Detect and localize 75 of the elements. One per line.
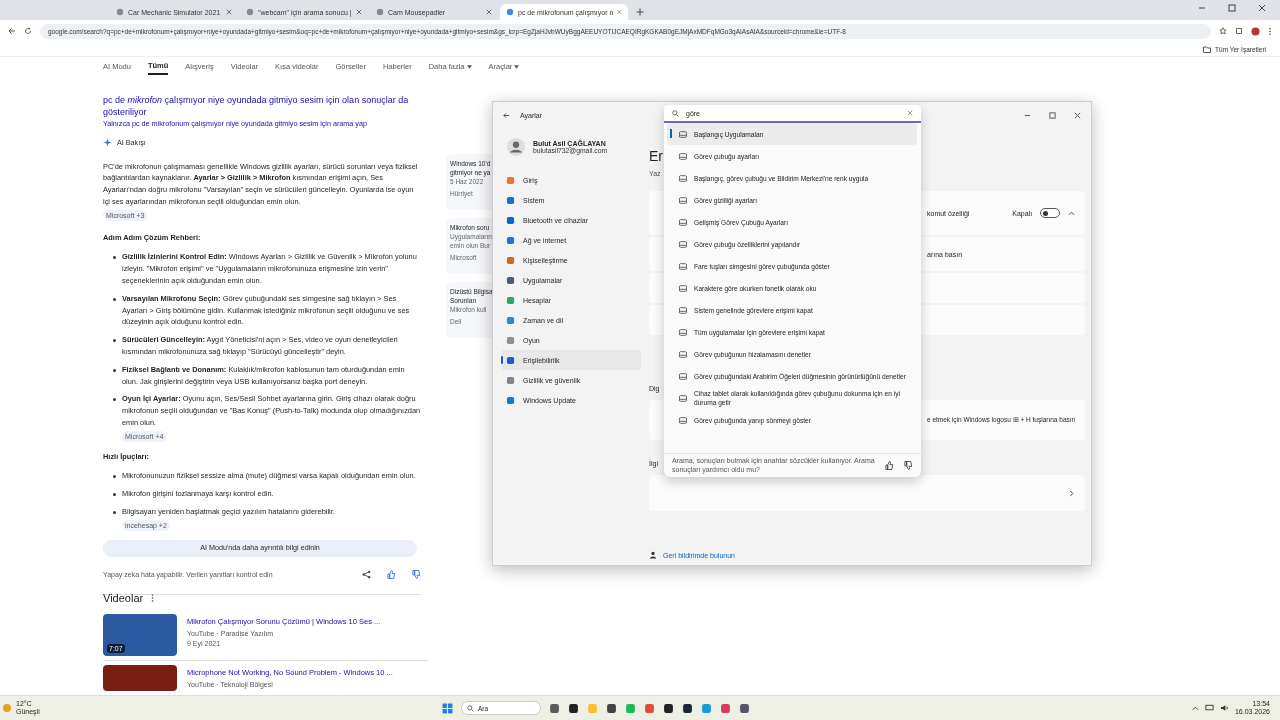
- maximize-icon[interactable]: [1228, 4, 1236, 12]
- window-icon: [679, 262, 687, 270]
- window-icon: [679, 284, 687, 292]
- window-icon: [679, 218, 687, 226]
- taskbar-app-icon: [739, 702, 750, 714]
- profile-icon[interactable]: [1251, 26, 1260, 36]
- thumbs-down-icon[interactable]: [904, 461, 913, 470]
- thumbs-up-icon[interactable]: [387, 569, 396, 579]
- window-icon: [679, 416, 687, 424]
- avatar-icon: [507, 138, 525, 156]
- close-icon[interactable]: [1258, 4, 1266, 12]
- window-icon: [679, 372, 687, 380]
- sun-icon: [2, 703, 12, 713]
- chevron-right-icon: [1068, 489, 1076, 497]
- site-icon: [116, 8, 124, 16]
- thumbs-up-icon[interactable]: [885, 461, 894, 470]
- site-icon: [246, 8, 254, 16]
- bullet: [113, 339, 116, 343]
- menu-icon[interactable]: [1268, 26, 1272, 36]
- start-icon[interactable]: [442, 702, 453, 714]
- site-icon: [376, 8, 384, 16]
- speaker-icon[interactable]: [1219, 704, 1229, 712]
- folder-icon: [1203, 45, 1212, 53]
- video-thumbnail[interactable]: [103, 665, 177, 691]
- close-icon[interactable]: [1074, 111, 1081, 119]
- window-icon: [679, 240, 687, 248]
- sparkle-icon: [103, 138, 112, 148]
- bullet: [113, 475, 116, 479]
- page-heading: Er: [649, 148, 663, 164]
- taskbar-app-icon: [625, 702, 636, 714]
- taskbar-app-icon: [663, 702, 674, 714]
- back-icon[interactable]: [503, 111, 510, 119]
- window-icon: [679, 152, 687, 160]
- reload-icon[interactable]: [24, 27, 32, 35]
- window-icon: [679, 350, 687, 358]
- clear-icon[interactable]: [907, 110, 913, 116]
- toggle-switch[interactable]: [1040, 208, 1061, 218]
- taskbar-app-icon: [568, 702, 579, 714]
- share-icon[interactable]: [362, 569, 371, 579]
- window-icon: [679, 196, 687, 204]
- more-options-icon[interactable]: [151, 594, 155, 602]
- window-icon: [679, 328, 687, 336]
- taskbar-app-icon: [644, 702, 655, 714]
- window-icon: [679, 174, 687, 182]
- bullet: [113, 398, 116, 402]
- taskbar-app-icon: [606, 702, 617, 714]
- videos-heading: Videolar: [103, 592, 144, 604]
- close-icon[interactable]: [226, 9, 232, 15]
- chevron-up-icon[interactable]: [1191, 704, 1199, 712]
- taskbar-app-icon: [682, 702, 693, 714]
- back-icon[interactable]: [8, 27, 16, 35]
- search-icon: [672, 109, 679, 117]
- feedback-icon: [649, 551, 657, 559]
- new-tab-icon[interactable]: [636, 8, 644, 16]
- maximize-icon[interactable]: [1049, 111, 1056, 119]
- bullet: [113, 510, 116, 514]
- chevron-up-icon[interactable]: [1068, 209, 1076, 217]
- bullet: [113, 368, 116, 372]
- bullet: [113, 256, 116, 260]
- bullet: [113, 493, 116, 497]
- window-icon: [679, 130, 687, 138]
- star-icon[interactable]: [1219, 27, 1227, 35]
- site-icon: [506, 8, 514, 16]
- window-icon: [679, 306, 687, 314]
- taskbar-app-icon: [549, 702, 560, 714]
- bullet: [113, 297, 116, 301]
- close-icon[interactable]: [356, 9, 362, 15]
- taskbar-app-icon: [587, 702, 598, 714]
- thumbs-down-icon[interactable]: [412, 569, 421, 579]
- taskbar-app-icon: [701, 702, 712, 714]
- window-icon: [679, 394, 687, 402]
- taskbar-app-icon: [720, 702, 731, 714]
- spelling-notice: pc de mikrofon çalışmıyor niye oyundada gitmiyo sesim için olan sonuçlar da gösteriliyor: [103, 94, 410, 118]
- close-icon[interactable]: [486, 9, 492, 15]
- search-icon: [467, 704, 474, 712]
